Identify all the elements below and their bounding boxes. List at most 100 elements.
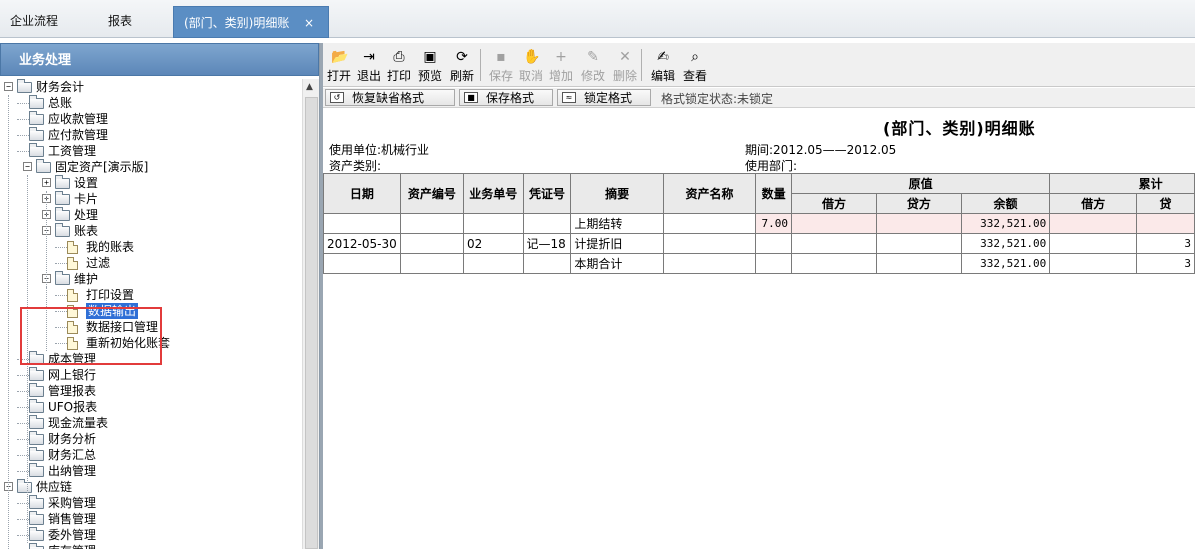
tree-item[interactable]: 打印设置 [0,287,300,303]
tree-item[interactable]: 销售管理 [0,511,300,527]
tree-item-label: 现金流量表 [48,416,109,430]
tree-item[interactable]: 财务分析 [0,431,300,447]
delete-icon: ✕ [619,49,631,65]
refresh-button[interactable]: ⟳ 刷新 [448,47,476,85]
document-icon [67,289,78,302]
view-button[interactable]: ⌕ 查看 [681,47,709,85]
tree-connector [55,247,67,248]
table-row[interactable]: 本期合计 332,521.00 3 [323,253,1195,274]
tree-item[interactable]: + 设置 [0,175,300,191]
cell-credit [875,213,962,234]
tree-item-label: 固定资产[演示版] [55,160,149,174]
tree-item-label: 卡片 [74,192,99,206]
folder-icon [36,159,51,173]
cell-balance: 332,521.00 [960,233,1051,254]
tree-item[interactable]: 应收款管理 [0,111,300,127]
tree-item[interactable]: + 卡片 [0,191,300,207]
tree-item[interactable]: 过滤 [0,255,300,271]
add-button[interactable]: + 增加 [547,47,575,85]
tree-item[interactable]: − 维护 [0,271,300,287]
cell-credit2: 3 [1136,233,1195,254]
preview-icon: ▣ [423,49,437,65]
folder-icon [29,415,44,429]
tab-reports[interactable]: 报表 [108,8,132,35]
tree-item[interactable]: 出纳管理 [0,463,300,479]
scroll-up-icon[interactable]: ▲ [306,82,313,92]
compose-icon: ✍ [657,49,669,65]
cancel-icon: ✋ [523,49,541,65]
tree-item[interactable]: 管理报表 [0,383,300,399]
tree-item[interactable]: 我的账表 [0,239,300,255]
cell-summary: 计提折旧 [570,233,664,254]
tree-item[interactable]: 委外管理 [0,527,300,543]
folder-icon [29,143,44,157]
toolbar-label: 删除 [612,69,637,83]
preview-button[interactable]: ▣ 预览 [416,47,444,85]
exit-button[interactable]: ⇥ 退出 [355,47,383,85]
tree-item[interactable]: − 固定资产[演示版] [0,159,300,175]
tree-item[interactable]: 采购管理 [0,495,300,511]
close-icon[interactable]: × [304,7,314,39]
toolbar: 📂 打开 ⇥ 退出 ⎙ 打印 ▣ 预览 ⟳ 刷新 ▪ 保存 ✋ 取消 + 增加 ✎ 修改 ✕ 删除 ✍ 编辑 ⌕ 查看 [323,43,1195,87]
tree-item[interactable]: − 财务会计 [0,79,300,95]
col-asset-no: 资产编号 [399,173,464,214]
cancel-button[interactable]: ✋ 取消 [517,47,545,85]
save-format-button[interactable]: ■ 保存格式 [459,89,553,106]
folder-icon [29,463,44,477]
open-button[interactable]: 📂 打开 [325,47,353,85]
tree-item-label: 出纳管理 [48,464,97,478]
collapse-icon[interactable]: − [4,82,13,91]
toolbar-label: 预览 [417,69,442,83]
folder-icon [29,367,44,381]
cell-qty [755,253,793,274]
delete-button[interactable]: ✕ 删除 [611,47,639,85]
restore-format-button[interactable]: ↺ 恢复缺省格式 [325,89,455,106]
tree-item-label: 打印设置 [86,288,135,302]
tree-item[interactable]: 工资管理 [0,143,300,159]
tree-item[interactable]: − 供应链 [0,479,300,495]
folder-icon [55,175,70,189]
tree-item[interactable]: + 处理 [0,207,300,223]
cell-date [323,213,401,234]
tree-item[interactable]: 财务汇总 [0,447,300,463]
tree-item-label: 设置 [74,176,99,190]
save-button[interactable]: ▪ 保存 [487,47,515,85]
tree-item[interactable]: 网上银行 [0,367,300,383]
toolbar-label: 编辑 [650,69,675,83]
tab-detail-ledger[interactable]: (部门、类别)明细账 × [173,6,329,38]
print-button[interactable]: ⎙ 打印 [385,47,413,85]
col-accumulated: 累计 [1049,173,1195,194]
tab-detail-ledger-label: (部门、类别)明细账 [184,16,290,30]
toolbar-label: 退出 [356,69,381,83]
tree-scrollbar[interactable]: ▲ [302,79,319,549]
edit-button[interactable]: ✎ 修改 [579,47,607,85]
tab-enterprise-process[interactable]: 企业流程 [10,8,58,35]
tree-item[interactable]: − 账表 [0,223,300,239]
col-summary: 摘要 [570,173,664,214]
cell-credit2: 3 [1136,253,1195,274]
table-row[interactable]: 上期结转 7.00 332,521.00 [323,213,1195,234]
tree-item[interactable]: 总账 [0,95,300,111]
report-area: (部门、类别)明细账 使用单位:机械行业 期间:2012.05——2012.05… [323,109,1195,549]
toolbar-label: 保存 [488,69,513,83]
exit-icon: ⇥ [363,49,375,65]
using-department: 使用部门: [745,159,798,173]
cell-qty: 7.00 [755,213,793,234]
edit-icon: ✎ [587,49,599,65]
table-row[interactable]: 2012-05-30 02 记—18 计提折旧 332,521.00 3 [323,233,1195,254]
tree-item[interactable]: 现金流量表 [0,415,300,431]
collapse-icon[interactable]: − [23,162,32,171]
open-icon: 📂 [331,49,349,65]
tree-item[interactable]: UFO报表 [0,399,300,415]
lock-status: 格式锁定状态:未锁定 [661,92,774,106]
folder-icon [29,95,44,109]
scrollbar-thumb[interactable] [305,97,318,549]
folder-icon [55,223,70,237]
cell-date: 2012-05-30 [323,233,401,254]
expand-icon[interactable]: + [42,178,51,187]
tree-item[interactable]: 库存管理 [0,543,300,549]
lock-format-button[interactable]: ≈ 锁定格式 [557,89,651,106]
tree-item[interactable]: 应付款管理 [0,127,300,143]
tree-item-label: 财务汇总 [48,448,97,462]
compose-button[interactable]: ✍ 编辑 [649,47,677,85]
